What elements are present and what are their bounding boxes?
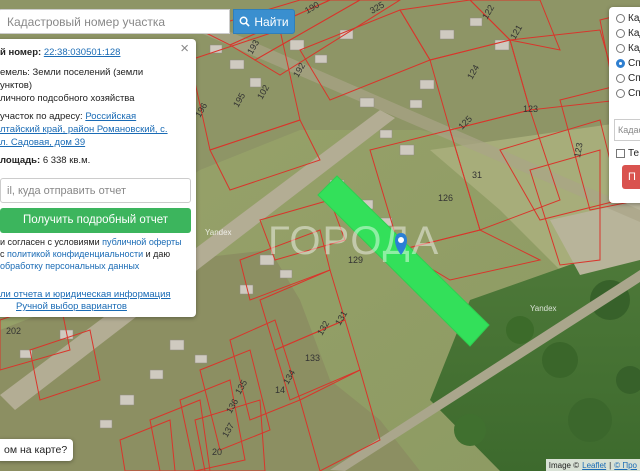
layer-option[interactable]: Сп xyxy=(616,73,640,84)
category-line: емель: Земли поселений (земли xyxy=(0,67,144,78)
checkbox-label: Те xyxy=(628,148,640,159)
parcel-info-panel: × й номер: 22:38:030501:128 емель: Земли… xyxy=(0,39,196,317)
cadastral-row: й номер: 22:38:030501:128 xyxy=(0,46,196,59)
radio-button-selected[interactable] xyxy=(616,59,625,68)
map-attribution: Image © Leaflet | © Про xyxy=(545,459,640,471)
layer-option[interactable]: Сп xyxy=(616,88,640,99)
layer-checkbox-row[interactable]: Те xyxy=(616,148,639,159)
cadastral-search-input[interactable] xyxy=(0,9,230,34)
cadastral-label: й номер: xyxy=(0,47,42,58)
email-field[interactable] xyxy=(0,178,191,203)
radio-button[interactable] xyxy=(616,44,625,53)
leaflet-link[interactable]: Leaflet xyxy=(582,461,606,470)
privacy-link[interactable]: политикой конфиденциальности xyxy=(7,249,143,259)
area-label: лощадь: xyxy=(0,155,41,166)
question-button[interactable]: ом на карте? xyxy=(0,439,74,461)
attribution-separator: | xyxy=(609,460,612,470)
get-report-button[interactable]: Получить подробный отчет xyxy=(0,208,191,233)
category-line: личного подсобного хозяйства xyxy=(0,93,135,104)
layer-option[interactable]: Кад xyxy=(616,28,640,39)
question-label: ом на карте? xyxy=(4,444,68,456)
layer-option-label: Кад xyxy=(628,28,640,39)
search-button[interactable]: Найти xyxy=(233,9,295,34)
layer-cadastral-input[interactable]: Кадаст xyxy=(614,119,640,141)
manual-choice-link[interactable]: Ручной выбор вариантов xyxy=(16,300,212,313)
layer-option-label: Кад xyxy=(628,13,640,24)
radio-button[interactable] xyxy=(616,89,625,98)
offer-link[interactable]: публичной оферты xyxy=(102,237,182,247)
layer-action-button[interactable]: П xyxy=(622,165,640,189)
radio-button[interactable] xyxy=(616,29,625,38)
layer-option[interactable]: Сп xyxy=(616,58,640,69)
layer-option-label: Сп xyxy=(628,73,640,84)
address-link[interactable]: лтайский край, район Романовский, с. xyxy=(0,123,196,136)
layer-option-label: Кад xyxy=(628,43,640,54)
layer-option[interactable]: Кад xyxy=(616,13,640,24)
address-label: участок по адресу: xyxy=(0,111,83,122)
address-row: участок по адресу: Российская лтайский к… xyxy=(0,110,196,149)
terms-text-part: и согласен с условиями xyxy=(0,237,100,247)
category-row: емель: Земли поселений (земли унктов) ли… xyxy=(0,66,196,105)
attribution-image: Image © xyxy=(548,460,580,470)
address-link[interactable]: л. Садовая, дом 39 xyxy=(0,136,196,149)
tree xyxy=(542,342,578,378)
tree xyxy=(506,316,534,344)
tree xyxy=(568,398,612,442)
radio-button[interactable] xyxy=(616,14,625,23)
layer-option-label: Сп xyxy=(628,88,640,99)
terms-text-part: и даю xyxy=(145,249,171,259)
attribution-link[interactable]: © Про xyxy=(614,461,637,470)
layer-panel: Кад Кад Кад Сп Сп Сп Кадаст Те П xyxy=(609,7,640,203)
area-value: 6 338 кв.м. xyxy=(42,155,91,166)
address-link[interactable]: Российская xyxy=(85,111,136,122)
cadastral-link[interactable]: 22:38:030501:128 xyxy=(44,47,121,58)
checkbox[interactable] xyxy=(616,149,625,158)
search-button-label: Найти xyxy=(254,14,289,29)
personal-data-link[interactable]: обработку персональных данных xyxy=(0,260,196,272)
terms-text: и согласен с условиями публичной оферты … xyxy=(0,236,196,272)
layer-option-label: Сп xyxy=(628,58,640,69)
area-row: лощадь: 6 338 кв.м. xyxy=(0,154,196,167)
radio-button[interactable] xyxy=(616,74,625,83)
search-icon xyxy=(239,16,251,27)
category-line: унктов) xyxy=(0,80,32,91)
layer-option[interactable]: Кад xyxy=(616,43,640,54)
terms-text-part: с xyxy=(0,249,5,259)
tree xyxy=(454,414,486,446)
